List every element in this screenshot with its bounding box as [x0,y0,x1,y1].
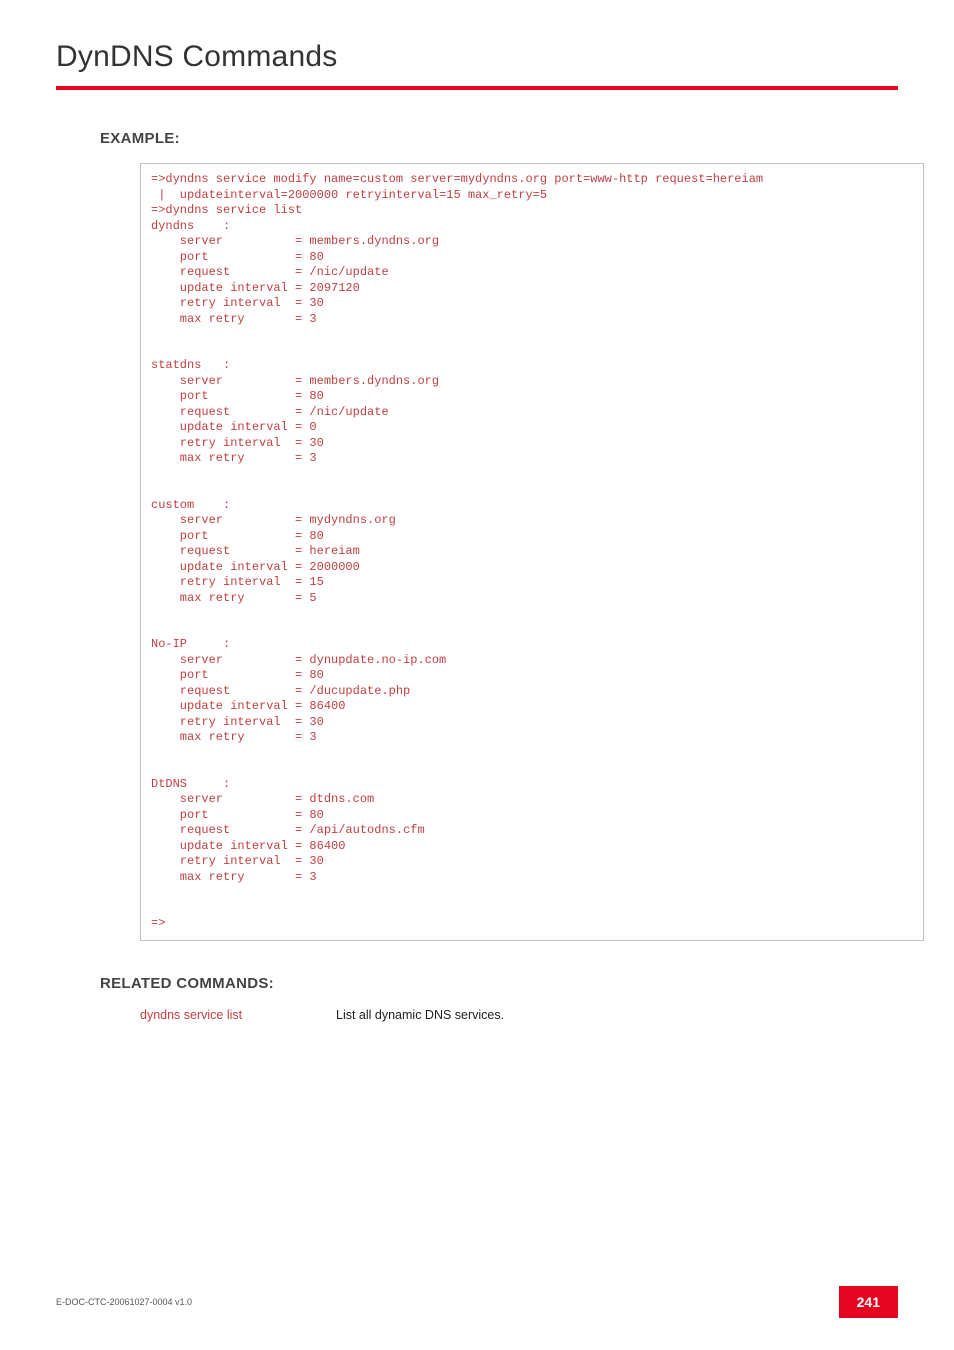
related-heading: RELATED COMMANDS: [100,975,898,992]
related-row: dyndns service list List all dynamic DNS… [140,1008,898,1022]
footer: E-DOC-CTC-20061027-0004 v1.0 241 [56,1286,898,1318]
page-title: DynDNS Commands [56,40,898,74]
header-rule [56,86,898,90]
related-command-desc: List all dynamic DNS services. [336,1008,504,1022]
example-heading: EXAMPLE: [100,130,898,147]
page-number-badge: 241 [839,1286,898,1318]
related-command-name: dyndns service list [140,1008,280,1022]
example-code-box: =>dyndns service modify name=custom serv… [140,163,924,941]
example-code: =>dyndns service modify name=custom serv… [151,172,913,932]
footer-docid: E-DOC-CTC-20061027-0004 v1.0 [56,1297,192,1307]
